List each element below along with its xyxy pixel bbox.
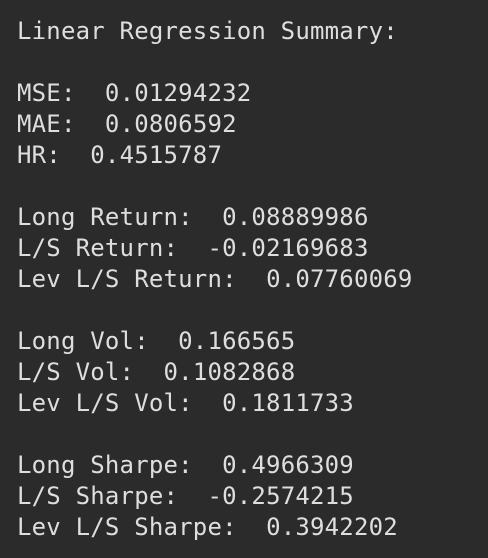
metric-value: 0.166565: [178, 327, 296, 355]
metric-label: Lev L/S Vol:: [17, 389, 193, 417]
metric-row-ls-return: L/S Return: -0.02169683: [17, 233, 488, 264]
metric-row-long-return: Long Return: 0.08889986: [17, 202, 488, 233]
metric-row-long-sharpe: Long Sharpe: 0.4966309: [17, 450, 488, 481]
metric-label: Lev L/S Return:: [17, 265, 237, 293]
metric-label: L/S Sharpe:: [17, 482, 179, 510]
metric-row-ls-vol: L/S Vol: 0.1082868: [17, 357, 488, 388]
metric-row-hr: HR: 0.4515787: [17, 140, 488, 171]
metric-value: 0.1811733: [222, 389, 354, 417]
metric-value: 0.4515787: [90, 141, 223, 169]
metric-value: -0.02169683: [207, 234, 369, 262]
metric-row-mse: MSE: 0.01294232: [17, 78, 488, 109]
metric-label: L/S Vol:: [17, 358, 135, 386]
metric-value: 0.01294232: [104, 79, 252, 107]
metric-row-ls-sharpe: L/S Sharpe: -0.2574215: [17, 481, 488, 512]
metric-value: 0.0806592: [104, 110, 237, 138]
summary-title: Linear Regression Summary:: [17, 17, 398, 45]
metric-label: L/S Return:: [17, 234, 179, 262]
metric-row-lev-ls-return: Lev L/S Return: 0.07760069: [17, 264, 488, 295]
metric-value: 0.07760069: [266, 265, 413, 293]
metric-value: 0.1082868: [163, 358, 296, 386]
metric-row-mae: MAE: 0.0806592: [17, 109, 488, 140]
console-output: Linear Regression Summary: MSE: 0.012942…: [0, 0, 488, 558]
metric-label: Long Vol:: [17, 327, 149, 355]
metric-row-long-vol: Long Vol: 0.166565: [17, 326, 488, 357]
metric-value: -0.2574215: [207, 482, 354, 510]
metric-label: MAE:: [17, 110, 76, 138]
metric-label: HR:: [17, 141, 61, 169]
metric-row-lev-ls-sharpe: Lev L/S Sharpe: 0.3942202: [17, 512, 488, 543]
metric-row-lev-ls-vol: Lev L/S Vol: 0.1811733: [17, 388, 488, 419]
metric-value: 0.08889986: [222, 203, 369, 231]
metric-label: Long Return:: [17, 203, 193, 231]
metric-label: Lev L/S Sharpe:: [17, 513, 237, 541]
metric-value: 0.3942202: [266, 513, 398, 541]
metric-label: MSE:: [17, 79, 76, 107]
metric-label: Long Sharpe:: [17, 451, 193, 479]
metric-value: 0.4966309: [222, 451, 354, 479]
